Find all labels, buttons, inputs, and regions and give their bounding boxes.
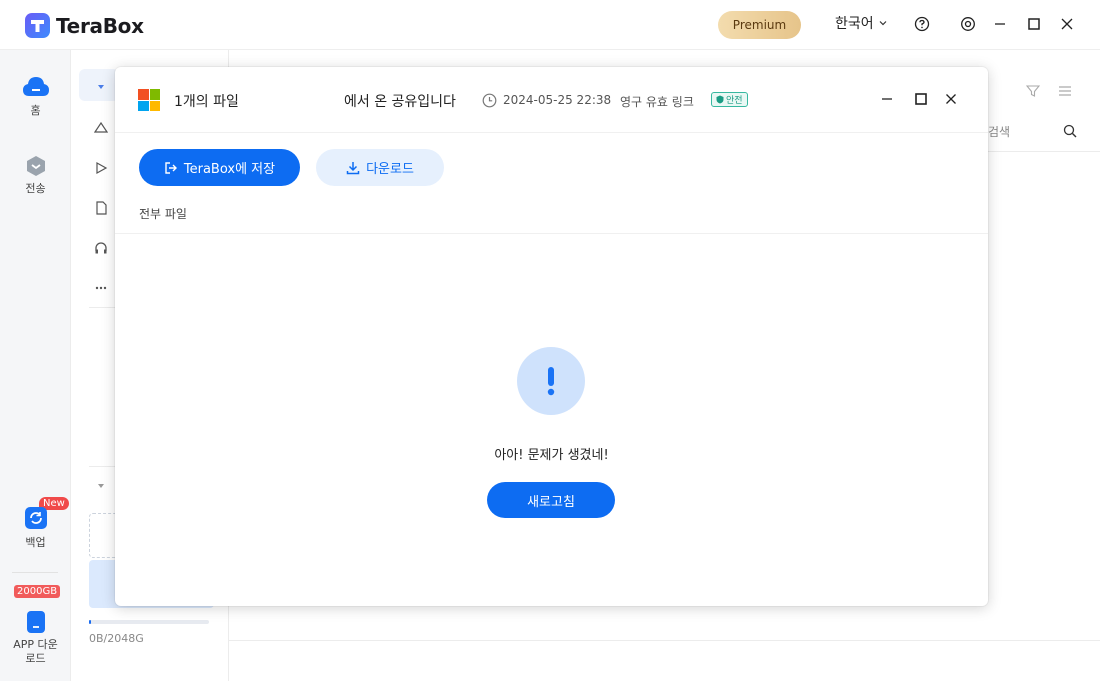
rail-item-home[interactable]: 홈 — [0, 74, 71, 118]
title-bar: TeraBox Premium 한국어 — [0, 0, 1100, 50]
clock-icon — [482, 93, 497, 108]
windows-logo-icon — [138, 89, 160, 111]
download-icon — [346, 161, 360, 174]
help-icon[interactable] — [913, 15, 931, 33]
rail-home-label: 홈 — [30, 104, 41, 117]
transfer-icon — [26, 156, 45, 176]
link-validity: 영구 유효 링크 — [620, 95, 694, 109]
error-message: 아아! 문제가 생겼네! — [494, 448, 609, 463]
filter-icon[interactable] — [1025, 84, 1041, 102]
terabox-logo-icon — [25, 13, 50, 38]
rail-item-backup[interactable]: 백업 — [0, 506, 71, 550]
search-underline — [988, 151, 1100, 152]
app-name: TeraBox — [56, 13, 144, 38]
rail-backup-label: 백업 — [25, 536, 46, 549]
dialog-maximize-icon[interactable] — [913, 91, 929, 107]
shield-icon — [716, 95, 724, 104]
share-date: 2024-05-25 22:38 — [503, 93, 612, 107]
dialog-header: 1개의 파일 에서 온 공유입니다 2024-05-25 22:38 영구 유효… — [115, 67, 988, 133]
breadcrumb[interactable]: 전부 파일 — [139, 205, 187, 222]
document-icon[interactable] — [93, 200, 109, 216]
file-count: 1개의 파일 — [174, 94, 239, 110]
settings-icon[interactable] — [959, 15, 977, 33]
download-button[interactable]: 다운로드 — [316, 149, 444, 186]
more-icon[interactable] — [93, 280, 109, 296]
language-label: 한국어 — [835, 16, 874, 32]
safe-badge-label: 안전 — [726, 96, 743, 106]
search-icon[interactable] — [1063, 124, 1077, 142]
audio-icon[interactable] — [93, 240, 109, 256]
dialog-minimize-icon[interactable] — [879, 91, 895, 107]
share-source-text: 에서 온 공유입니다 — [344, 94, 456, 110]
dialog-close-icon[interactable] — [943, 91, 959, 107]
storage-badge: 2000GB — [14, 585, 61, 598]
save-icon — [165, 161, 177, 174]
main-bottom-divider — [229, 640, 1100, 641]
language-selector[interactable]: 한국어 — [835, 13, 888, 33]
maximize-icon[interactable] — [1025, 15, 1043, 33]
phone-icon — [26, 611, 45, 633]
app-logo: TeraBox — [24, 12, 144, 39]
rail-item-transfer[interactable]: 전송 — [0, 154, 71, 196]
list-view-icon[interactable] — [1058, 84, 1072, 102]
rail-transfer-label: 전송 — [25, 182, 46, 195]
sidebar-expand-icon[interactable] — [93, 79, 109, 95]
download-button-label: 다운로드 — [366, 162, 414, 177]
refresh-button[interactable]: 새로고침 — [487, 482, 615, 518]
collapse-icon[interactable] — [93, 478, 109, 494]
save-button-label: TeraBox에 저장 — [183, 162, 276, 177]
breadcrumb-divider — [115, 233, 988, 234]
chevron-down-icon — [879, 21, 887, 26]
search-input[interactable]: 검색 — [988, 123, 1010, 140]
save-to-terabox-button[interactable]: TeraBox에 저장 — [139, 149, 300, 186]
storage-progress-fill — [89, 620, 91, 624]
storage-used-text: 0B/2048G — [89, 632, 144, 645]
safe-badge: 안전 — [711, 92, 748, 107]
video-icon[interactable] — [93, 160, 109, 176]
rail-divider — [12, 572, 58, 573]
backup-icon — [24, 507, 47, 529]
cloud-drive-icon[interactable] — [93, 120, 109, 136]
storage-progress-bar — [89, 620, 209, 624]
left-rail: 홈 전송 New 백업 2000GB APP 다운로드 — [0, 50, 71, 681]
minimize-icon[interactable] — [991, 15, 1009, 33]
rail-item-app-download[interactable]: APP 다운로드 — [0, 610, 71, 666]
error-icon — [517, 347, 585, 415]
rail-app-download-label: APP 다운로드 — [13, 638, 58, 665]
premium-button[interactable]: Premium — [718, 11, 801, 39]
share-dialog: 1개의 파일 에서 온 공유입니다 2024-05-25 22:38 영구 유효… — [115, 67, 988, 606]
cloud-icon — [22, 77, 49, 96]
close-icon[interactable] — [1058, 15, 1076, 33]
